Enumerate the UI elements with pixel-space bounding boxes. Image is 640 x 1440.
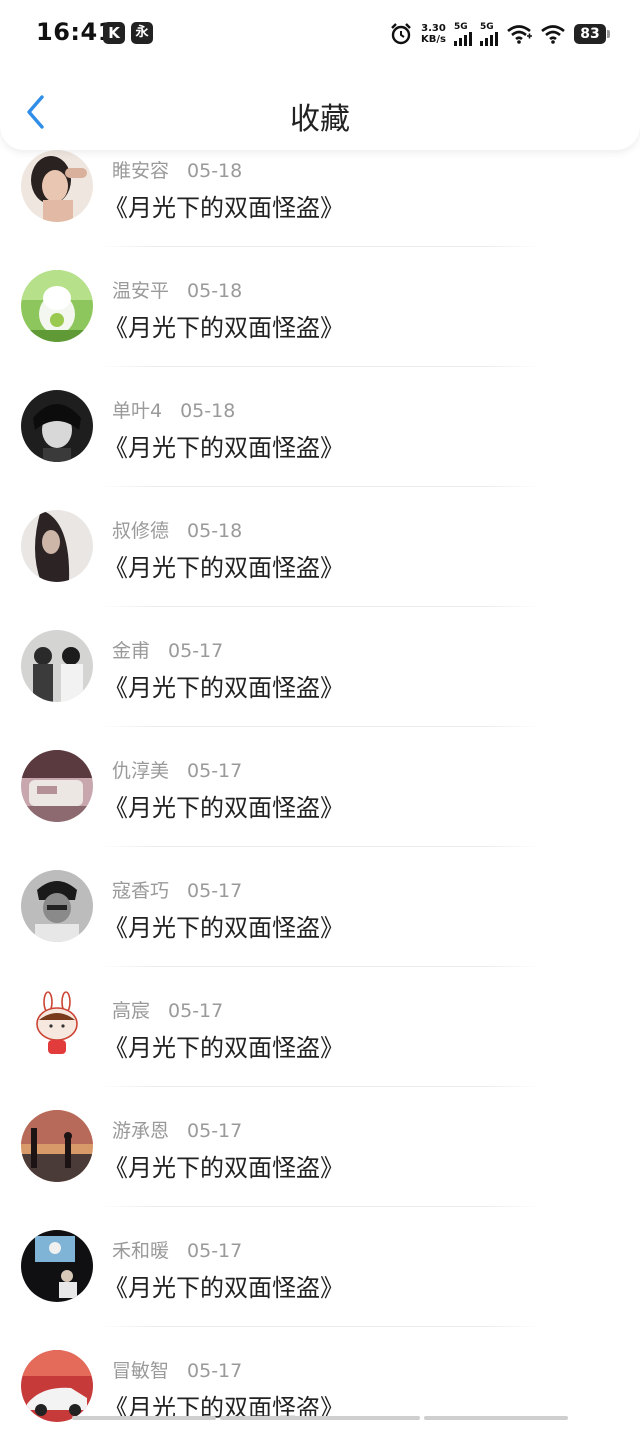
book-title: 《月光下的双面怪盗》 (104, 788, 344, 823)
item-date: 05-17 (187, 880, 242, 902)
nav-bar: 收藏 (0, 68, 640, 150)
list-item[interactable]: 叔修德 05-18 《月光下的双面怪盗》 (0, 480, 640, 600)
list-item[interactable]: 仇淳美 05-17 《月光下的双面怪盗》 (0, 720, 640, 840)
item-date: 05-18 (187, 160, 242, 182)
user-name: 寇香巧 (112, 880, 169, 902)
home-indicator (220, 1416, 420, 1420)
user-name: 睢安容 (112, 160, 169, 182)
book-title: 《月光下的双面怪盗》 (104, 548, 344, 583)
status-bar: 16:41 K 永 3.30 KB/s 5G 5G (0, 0, 640, 68)
user-name: 高宸 (112, 1000, 150, 1022)
item-date: 05-18 (180, 400, 235, 422)
signal-icon: 5G (480, 23, 498, 46)
item-meta: 游承恩 05-17 (112, 1116, 242, 1143)
list-item[interactable]: 温安平 05-18 《月光下的双面怪盗》 (0, 240, 640, 360)
home-indicator (72, 1416, 216, 1420)
list-item[interactable]: 单叶4 05-18 《月光下的双面怪盗》 (0, 360, 640, 480)
battery-icon: 83 (574, 24, 606, 44)
item-meta: 叔修德 05-18 (112, 516, 242, 543)
network-speed: 3.30 KB/s (421, 23, 446, 45)
avatar (21, 270, 93, 342)
user-name: 金甫 (112, 640, 150, 662)
list-item[interactable]: 金甫 05-17 《月光下的双面怪盗》 (0, 600, 640, 720)
avatar (21, 1110, 93, 1182)
signal-icon: 5G (454, 23, 472, 46)
book-title: 《月光下的双面怪盗》 (104, 1268, 344, 1303)
avatar (21, 1350, 93, 1422)
item-meta: 温安平 05-18 (112, 276, 242, 303)
avatar (21, 990, 93, 1062)
item-meta: 高宸 05-17 (112, 996, 223, 1023)
item-meta: 单叶4 05-18 (112, 396, 235, 423)
page-title: 收藏 (0, 94, 640, 138)
book-title: 《月光下的双面怪盗》 (104, 1148, 344, 1183)
wifi-icon (540, 23, 566, 45)
status-indicators: 3.30 KB/s 5G 5G 83 (389, 18, 606, 50)
book-title: 《月光下的双面怪盗》 (104, 908, 344, 943)
user-name: 冒敏智 (112, 1360, 169, 1382)
app-notification-icon: 永 (131, 22, 153, 44)
avatar (21, 870, 93, 942)
user-name: 游承恩 (112, 1120, 169, 1142)
user-name: 禾和暖 (112, 1240, 169, 1262)
item-meta: 金甫 05-17 (112, 636, 223, 663)
list-item[interactable]: 禾和暖 05-17 《月光下的双面怪盗》 (0, 1200, 640, 1320)
avatar (21, 630, 93, 702)
user-name: 单叶4 (112, 400, 162, 422)
user-name: 仇淳美 (112, 760, 169, 782)
item-date: 05-17 (168, 640, 223, 662)
list-item[interactable]: 高宸 05-17 《月光下的双面怪盗》 (0, 960, 640, 1080)
book-title: 《月光下的双面怪盗》 (104, 428, 344, 463)
list-item[interactable]: 寇香巧 05-17 《月光下的双面怪盗》 (0, 840, 640, 960)
avatar (21, 1230, 93, 1302)
avatar (21, 510, 93, 582)
list-item[interactable]: 冒敏智05-17 《月光下的双面怪盗》 (0, 1320, 640, 1440)
item-date: 05-17 (168, 1000, 223, 1022)
item-date: 05-17 (187, 760, 242, 782)
item-meta: 寇香巧 05-17 (112, 876, 242, 903)
list-item[interactable]: 游承恩 05-17 《月光下的双面怪盗》 (0, 1080, 640, 1200)
item-meta: 睢安容 05-18 (112, 156, 242, 183)
user-name: 叔修德 (112, 520, 169, 542)
book-title: 《月光下的双面怪盗》 (104, 188, 344, 223)
book-title: 《月光下的双面怪盗》 (104, 308, 344, 343)
home-indicator (424, 1416, 568, 1420)
item-date: 05-17 (187, 1360, 242, 1382)
alarm-icon (389, 22, 413, 46)
item-meta: 冒敏智 05-17 (112, 1356, 242, 1383)
app-notification-icon: K (103, 22, 125, 44)
avatar (21, 390, 93, 462)
book-title: 《月光下的双面怪盗》 (104, 668, 344, 703)
wifi-icon (506, 23, 532, 45)
avatar (21, 750, 93, 822)
item-date: 05-17 (187, 1240, 242, 1262)
item-meta: 禾和暖 05-17 (112, 1236, 242, 1263)
item-date: 05-17 (187, 1120, 242, 1142)
item-date: 05-18 (187, 280, 242, 302)
avatar (21, 150, 93, 222)
user-name: 温安平 (112, 280, 169, 302)
item-date: 05-18 (187, 520, 242, 542)
item-meta: 仇淳美 05-17 (112, 756, 242, 783)
book-title: 《月光下的双面怪盗》 (104, 1028, 344, 1063)
